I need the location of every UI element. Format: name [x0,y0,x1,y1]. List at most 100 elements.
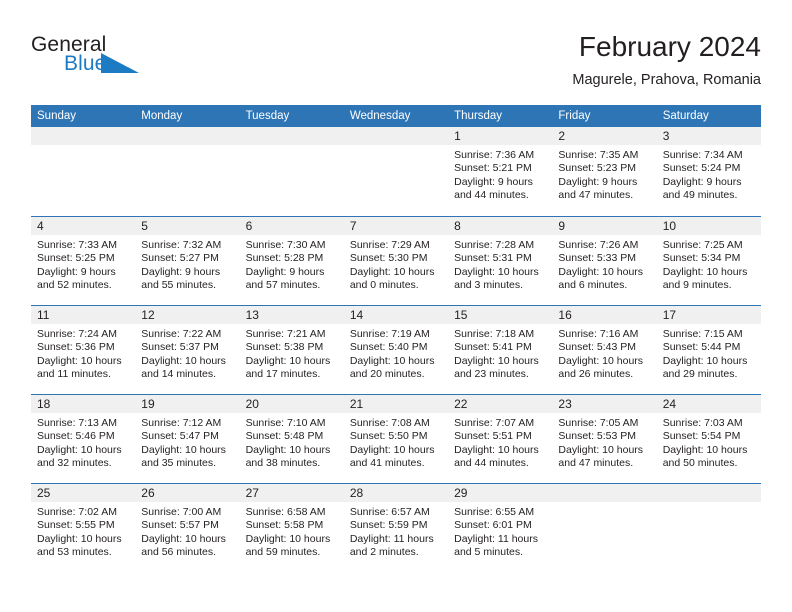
day-number-band [135,127,240,145]
day-number-band: 10 [656,217,761,235]
day-number: 9 [558,219,566,233]
day-cell[interactable]: 9 Sunrise: 7:26 AM Sunset: 5:33 PM Daylight… [552,217,657,305]
sunset-text: Sunset: 5:23 PM [558,162,637,175]
day-cell[interactable]: 10 Sunrise: 7:25 AM Sunset: 5:34 PM Dayligh… [656,217,761,305]
day-number: 18 [37,397,51,411]
sunrise-text: Sunrise: 7:15 AM [662,328,743,340]
daylight-text: Daylight: 9 hours [245,265,325,278]
day-details [135,145,239,149]
day-details: Sunrise: 7:19 AM Sunset: 5:40 PM Daylight:… [344,324,448,382]
day-cell[interactable]: 24 Sunrise: 7:03 AM Sunset: 5:54 PM Dayligh… [656,395,761,483]
sunset-text: Sunset: 5:38 PM [245,341,324,354]
day-cell[interactable]: 8 Sunrise: 7:28 AM Sunset: 5:31 PM Daylight… [448,217,553,305]
weekday-header-saturday: Saturday [662,110,709,122]
sunset-text: Sunset: 5:54 PM [662,430,741,443]
day-cell[interactable]: 23 Sunrise: 7:05 AM Sunset: 5:53 PM Dayligh… [552,395,657,483]
day-cell[interactable]: 7 Sunrise: 7:29 AM Sunset: 5:30 PM Daylight… [343,217,449,305]
day-cell[interactable]: 4 Sunrise: 7:33 AM Sunset: 5:25 PM Daylight… [31,217,136,305]
sunset-text: Sunset: 5:43 PM [558,341,637,354]
sunset-text: Sunset: 5:51 PM [454,430,532,443]
sunset-text: Sunset: 5:28 PM [245,252,324,265]
sunrise-text: Sunrise: 7:16 AM [558,328,639,340]
day-number: 4 [37,219,44,233]
day-number: 17 [662,308,677,322]
day-cell-empty [656,484,761,572]
daylight-text-cont: and 44 minutes. [454,189,529,202]
daylight-text-cont: and 53 minutes. [37,546,112,559]
day-details: Sunrise: 7:12 AM Sunset: 5:47 PM Daylight:… [135,413,239,471]
location-subtitle: Magurele, Prahova, Romania [572,72,761,88]
sunrise-text: Sunrise: 7:10 AM [245,417,326,429]
sunrise-text: Sunrise: 6:58 AM [245,506,326,518]
day-cell[interactable]: 2 Sunrise: 7:35 AM Sunset: 5:23 PM Daylight… [552,127,657,216]
day-cell[interactable]: 28 Sunrise: 6:57 AM Sunset: 5:59 PM Dayligh… [343,484,449,572]
day-cell[interactable]: 19 Sunrise: 7:12 AM Sunset: 5:47 PM Dayligh… [135,395,240,483]
sunset-text: Sunset: 5:53 PM [558,430,637,443]
sunset-text: Sunset: 5:27 PM [141,252,219,265]
day-details: Sunrise: 7:29 AM Sunset: 5:30 PM Daylight:… [344,235,448,293]
day-details: Sunrise: 7:30 AM Sunset: 5:28 PM Daylight:… [240,235,344,293]
week-row: 18 Sunrise: 7:13 AM Sunset: 5:46 PM Dayligh… [31,394,761,483]
day-cell[interactable]: 29 Sunrise: 6:55 AM Sunset: 6:01 PM Dayligh… [448,484,553,572]
day-cell[interactable]: 14 Sunrise: 7:19 AM Sunset: 5:40 PM Dayligh… [343,306,449,394]
day-cell[interactable]: 25 Sunrise: 7:02 AM Sunset: 5:55 PM Dayligh… [31,484,136,572]
sunset-text: Sunset: 5:50 PM [349,430,428,443]
day-cell[interactable]: 11 Sunrise: 7:24 AM Sunset: 5:36 PM Dayligh… [31,306,136,394]
weekday-header-wednesday: Wednesday [349,110,411,122]
day-details: Sunrise: 7:00 AM Sunset: 5:57 PM Daylight:… [135,502,239,560]
sunrise-text: Sunrise: 7:30 AM [245,239,326,251]
day-details: Sunrise: 7:13 AM Sunset: 5:46 PM Daylight:… [31,413,135,471]
daylight-text: Daylight: 11 hours [349,532,434,545]
sunset-text: Sunset: 5:25 PM [37,252,115,265]
sunset-text: Sunset: 5:21 PM [454,162,532,175]
day-cell[interactable]: 26 Sunrise: 7:00 AM Sunset: 5:57 PM Dayligh… [135,484,240,572]
day-cell[interactable]: 13 Sunrise: 7:21 AM Sunset: 5:38 PM Dayligh… [239,306,344,394]
calendar-body: 1 Sunrise: 7:36 AM Sunset: 5:21 PM Daylight… [31,127,761,572]
daylight-text-cont: and 9 minutes. [662,279,732,292]
week-row: 25 Sunrise: 7:02 AM Sunset: 5:55 PM Dayligh… [31,483,761,572]
daylight-text-cont: and 50 minutes. [662,457,738,470]
day-number: 19 [141,397,155,411]
daylight-text-cont: and 2 minutes. [349,546,419,559]
day-cell[interactable]: 16 Sunrise: 7:16 AM Sunset: 5:43 PM Dayligh… [552,306,657,394]
day-number: 8 [454,219,461,233]
daylight-text-cont: and 52 minutes. [37,279,112,292]
day-cell-empty [552,484,657,572]
day-cell[interactable]: 18 Sunrise: 7:13 AM Sunset: 5:46 PM Dayligh… [31,395,136,483]
day-cell[interactable]: 12 Sunrise: 7:22 AM Sunset: 5:37 PM Dayligh… [135,306,240,394]
day-details: Sunrise: 7:15 AM Sunset: 5:44 PM Daylight:… [657,324,761,382]
day-cell[interactable]: 1 Sunrise: 7:36 AM Sunset: 5:21 PM Daylight… [448,127,553,216]
sunrise-text: Sunrise: 7:13 AM [37,417,117,429]
daylight-text-cont: and 5 minutes. [454,546,524,559]
sunset-text: Sunset: 5:55 PM [37,519,115,532]
day-cell[interactable]: 20 Sunrise: 7:10 AM Sunset: 5:48 PM Dayligh… [239,395,344,483]
day-cell[interactable]: 5 Sunrise: 7:32 AM Sunset: 5:27 PM Daylight… [135,217,240,305]
day-details: Sunrise: 6:58 AM Sunset: 5:58 PM Daylight:… [240,502,344,560]
day-details: Sunrise: 7:32 AM Sunset: 5:27 PM Daylight:… [135,235,239,293]
weekday-header-tuesday: Tuesday [245,110,290,122]
sunrise-text: Sunrise: 7:21 AM [245,328,326,340]
sunrise-text: Sunrise: 7:00 AM [141,506,222,518]
day-number-band: 29 [448,484,553,502]
sunrise-text: Sunrise: 7:32 AM [141,239,222,251]
weekday-header-row: Sunday Monday Tuesday Wednesday Thursday Frid… [31,105,761,127]
day-cell[interactable]: 27 Sunrise: 6:58 AM Sunset: 5:58 PM Dayligh… [239,484,344,572]
brand-logo[interactable]: General Blue [31,34,221,84]
day-number-band: 26 [135,484,240,502]
day-details: Sunrise: 7:34 AM Sunset: 5:24 PM Daylight:… [657,145,761,203]
day-number-band: 8 [448,217,553,235]
day-cell[interactable]: 6 Sunrise: 7:30 AM Sunset: 5:28 PM Daylight… [239,217,344,305]
day-cell[interactable]: 17 Sunrise: 7:15 AM Sunset: 5:44 PM Dayligh… [656,306,761,394]
day-cell-empty [343,127,449,216]
day-number-band: 16 [552,306,657,324]
day-details: Sunrise: 7:02 AM Sunset: 5:55 PM Daylight:… [31,502,135,560]
day-cell[interactable]: 3 Sunrise: 7:34 AM Sunset: 5:24 PM Daylight… [656,127,761,216]
daylight-text: Daylight: 10 hours [37,532,122,545]
day-cell[interactable]: 22 Sunrise: 7:07 AM Sunset: 5:51 PM Dayligh… [448,395,553,483]
day-cell[interactable]: 21 Sunrise: 7:08 AM Sunset: 5:50 PM Dayligh… [343,395,449,483]
day-number: 27 [245,486,259,500]
daylight-text: Daylight: 10 hours [349,354,435,367]
sunrise-text: Sunrise: 6:57 AM [349,506,430,518]
day-details: Sunrise: 7:22 AM Sunset: 5:37 PM Daylight:… [135,324,239,382]
day-cell[interactable]: 15 Sunrise: 7:18 AM Sunset: 5:41 PM Dayligh… [448,306,553,394]
